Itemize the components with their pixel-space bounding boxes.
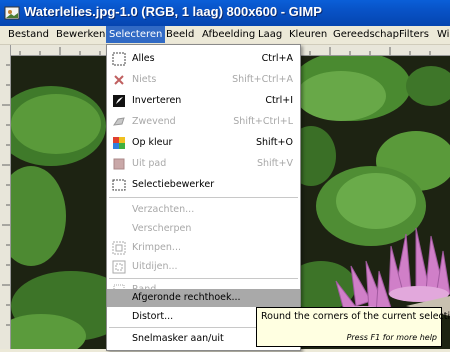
by-color-icon <box>113 137 125 149</box>
menu-item-shortcut: Shift+V <box>256 158 293 169</box>
menu-beeld[interactable]: Beeld <box>166 29 194 40</box>
menu-bestand[interactable]: Bestand <box>8 29 49 40</box>
menu-item-label: Inverteren <box>132 95 182 106</box>
menu-item-uitdijen[interactable]: Uitdijen... <box>107 257 300 277</box>
menu-item-uit-pad[interactable]: Uit pad Shift+V <box>107 154 300 174</box>
menu-item-label: Snelmasker aan/uit <box>132 333 224 344</box>
menu-selecteren[interactable]: Selecteren <box>106 26 166 43</box>
menu-item-label: Uitdijen... <box>132 261 178 272</box>
menu-item-label: Afgeronde rechthoek... <box>132 292 241 303</box>
menu-item-shortcut: Ctrl+I <box>265 95 293 106</box>
menu-item-label: Verzachten... <box>132 204 195 215</box>
menu-item-shortcut: Shift+Ctrl+L <box>233 116 293 127</box>
selecteren-dropdown-menu: Alles Ctrl+A Niets Shift+Ctrl+A Inverter… <box>106 44 301 351</box>
window-titlebar[interactable]: Waterlelies.jpg-1.0 (RGB, 1 laag) 800x60… <box>0 0 450 26</box>
vertical-ruler[interactable] <box>0 45 11 349</box>
tooltip: Round the corners of the current selecti… <box>256 307 450 347</box>
shrink-icon <box>112 241 126 255</box>
menu-item-label: Krimpen... <box>132 242 181 253</box>
menu-item-shortcut: Ctrl+A <box>261 53 293 64</box>
menu-separator <box>109 278 298 279</box>
menu-windows[interactable]: Win <box>437 29 450 40</box>
tooltip-help-hint: Press F1 for more help <box>346 333 437 342</box>
menu-item-label: Verscherpen <box>132 223 192 234</box>
menu-filters[interactable]: Filters <box>399 29 429 40</box>
from-path-icon <box>113 158 125 170</box>
window-title: Waterlelies.jpg-1.0 (RGB, 1 laag) 800x60… <box>24 4 322 19</box>
menu-item-label: Alles <box>132 53 155 64</box>
menu-gereedschap[interactable]: Gereedschap <box>333 29 399 40</box>
menu-item-label: Distort... <box>132 311 174 322</box>
grow-icon <box>112 260 126 274</box>
float-icon <box>112 117 125 126</box>
menu-item-zwevend[interactable]: Zwevend Shift+Ctrl+L <box>107 112 300 132</box>
gimp-app-icon <box>4 6 20 20</box>
select-all-icon <box>112 52 126 66</box>
menu-item-niets[interactable]: Niets Shift+Ctrl+A <box>107 70 300 90</box>
menu-item-op-kleur[interactable]: Op kleur Shift+O <box>107 133 300 153</box>
menu-item-alles[interactable]: Alles Ctrl+A <box>107 49 300 69</box>
ruler-ticks-vertical <box>2 64 10 326</box>
menu-afbeelding[interactable]: Afbeelding <box>202 29 255 40</box>
select-none-icon <box>114 75 124 85</box>
menu-separator <box>109 197 298 198</box>
menu-item-label: Niets <box>132 74 157 85</box>
menu-laag[interactable]: Laag <box>258 29 282 40</box>
menu-item-selectiebewerker[interactable]: Selectiebewerker <box>107 175 300 195</box>
menu-kleuren[interactable]: Kleuren <box>289 29 327 40</box>
menu-item-inverteren[interactable]: Inverteren Ctrl+I <box>107 91 300 111</box>
menu-item-verscherpen[interactable]: Verscherpen <box>107 219 300 239</box>
menu-item-label: Zwevend <box>132 116 176 127</box>
menubar: Bestand Bewerken Selecteren Beeld Afbeel… <box>0 26 450 45</box>
menu-item-label: Uit pad <box>132 158 167 169</box>
menu-item-shortcut: Shift+O <box>255 137 293 148</box>
menu-item-label: Op kleur <box>132 137 173 148</box>
selection-editor-icon <box>112 179 126 191</box>
menu-bewerken[interactable]: Bewerken <box>56 29 105 40</box>
menu-item-label: Selectiebewerker <box>132 179 215 190</box>
invert-icon <box>113 95 125 107</box>
menu-item-verzachten[interactable]: Verzachten... <box>107 200 300 220</box>
tooltip-text: Round the corners of the current selecti… <box>261 311 450 322</box>
menu-item-krimpen[interactable]: Krimpen... <box>107 238 300 258</box>
menu-item-afgeronde-rechthoek[interactable]: Afgeronde rechthoek... <box>107 289 300 307</box>
menu-item-shortcut: Shift+Ctrl+A <box>232 74 293 85</box>
